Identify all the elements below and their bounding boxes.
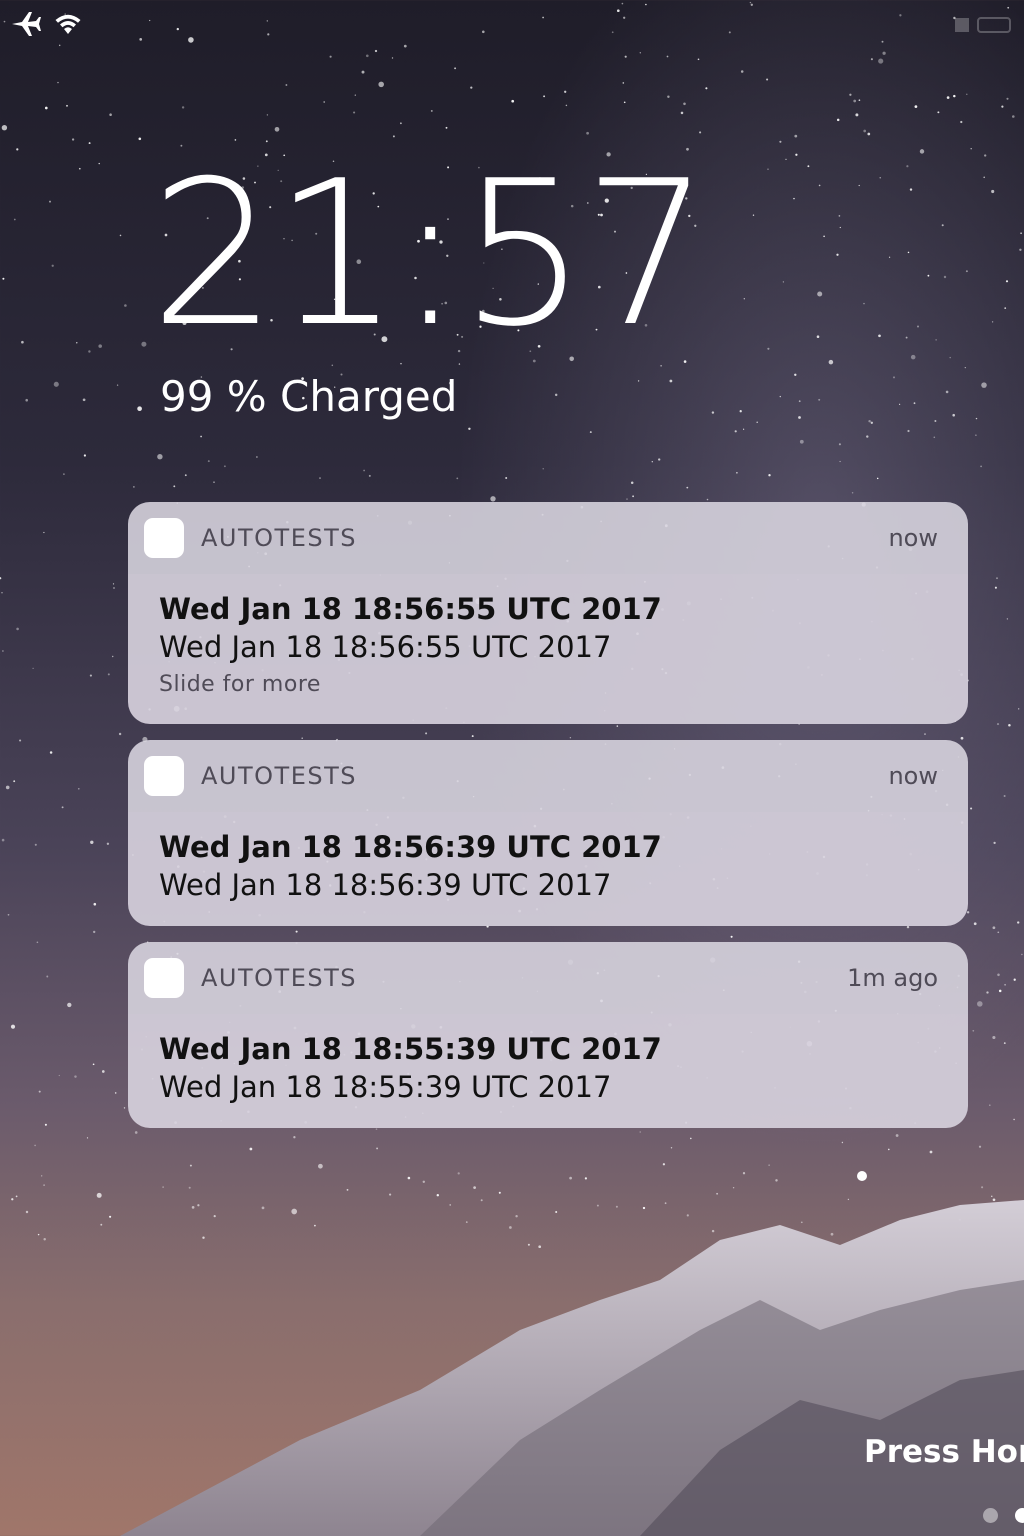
notification-title: Wed Jan 18 18:56:55 UTC 2017 — [159, 592, 662, 626]
notification-app-name: AUTOTESTS — [201, 964, 357, 992]
notification-time: now — [888, 762, 938, 790]
notification-card[interactable]: AUTOTESTS now Wed Jan 18 18:56:39 UTC 20… — [128, 740, 968, 926]
notification-hint: Slide for more — [159, 672, 321, 697]
app-icon — [144, 756, 184, 796]
notification-body: Wed Jan 18 18:56:39 UTC 2017 Wed Jan 18 … — [128, 812, 968, 926]
notification-body: Wed Jan 18 18:56:55 UTC 2017 Wed Jan 18 … — [128, 574, 968, 724]
notification-text: Wed Jan 18 18:55:39 UTC 2017 — [159, 1070, 612, 1104]
notification-app-name: AUTOTESTS — [201, 762, 357, 790]
notification-text: Wed Jan 18 18:56:55 UTC 2017 — [159, 630, 612, 664]
airplane-icon — [10, 10, 42, 42]
page-dot-current — [1015, 1508, 1024, 1523]
lock-screen-time: 21:57 — [150, 138, 710, 371]
battery-icon — [954, 16, 1014, 36]
notification-title: Wed Jan 18 18:55:39 UTC 2017 — [159, 1032, 662, 1066]
notification-card[interactable]: AUTOTESTS now Wed Jan 18 18:56:55 UTC 20… — [128, 502, 968, 724]
notification-title: Wed Jan 18 18:56:39 UTC 2017 — [159, 830, 662, 864]
status-bar — [0, 0, 1024, 46]
notification-header: AUTOTESTS now — [128, 502, 968, 574]
notification-time: now — [888, 524, 938, 552]
notification-header: AUTOTESTS 1m ago — [128, 942, 968, 1014]
app-icon — [144, 958, 184, 998]
notification-time: 1m ago — [847, 964, 938, 992]
notification-header: AUTOTESTS now — [128, 740, 968, 812]
notification-app-name: AUTOTESTS — [201, 524, 357, 552]
wifi-icon — [52, 10, 84, 42]
notification-body: Wed Jan 18 18:55:39 UTC 2017 Wed Jan 18 … — [128, 1014, 968, 1128]
charge-status: 99 % Charged — [160, 372, 458, 421]
press-home-prompt: Press Hon — [864, 1434, 1024, 1470]
page-dot — [983, 1508, 998, 1523]
notification-text: Wed Jan 18 18:56:39 UTC 2017 — [159, 868, 612, 902]
app-icon — [144, 518, 184, 558]
notification-card[interactable]: AUTOTESTS 1m ago Wed Jan 18 18:55:39 UTC… — [128, 942, 968, 1128]
